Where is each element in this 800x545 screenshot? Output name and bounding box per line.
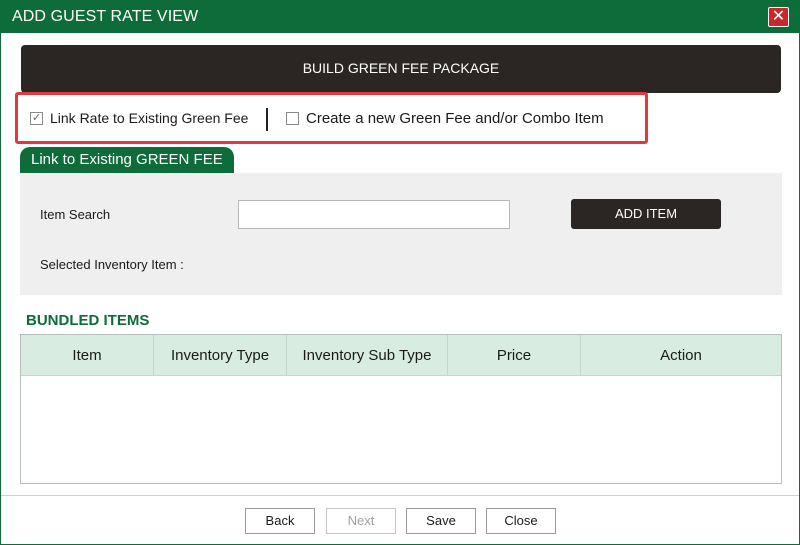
item-search-label: Item Search — [40, 207, 111, 222]
column-header-price[interactable]: Price — [448, 335, 581, 376]
search-panel — [20, 173, 782, 295]
bundled-items-table: Item Inventory Type Inventory Sub Type P… — [20, 334, 782, 484]
column-header-action[interactable]: Action — [581, 335, 781, 376]
add-item-button[interactable]: ADD ITEM — [571, 199, 721, 229]
window-title: ADD GUEST RATE VIEW — [12, 8, 199, 25]
next-button[interactable]: Next — [326, 508, 396, 534]
create-new-label: Create a new Green Fee and/or Combo Item — [306, 110, 604, 127]
column-header-item[interactable]: Item — [21, 335, 154, 376]
column-header-inventory-type[interactable]: Inventory Type — [154, 335, 287, 376]
table-body — [21, 376, 781, 482]
close-icon[interactable]: ✕ — [768, 7, 789, 27]
bundled-items-title: BUNDLED ITEMS — [26, 312, 150, 329]
footer-divider — [1, 495, 799, 496]
tab-link-existing[interactable]: Link to Existing GREEN FEE — [20, 147, 234, 174]
build-package-header: BUILD GREEN FEE PACKAGE — [21, 45, 781, 93]
item-search-input[interactable] — [238, 200, 510, 229]
link-rate-checkbox[interactable]: ✓ — [30, 111, 43, 125]
option-separator — [266, 108, 268, 131]
add-guest-rate-window: ADD GUEST RATE VIEW ✕ BUILD GREEN FEE PA… — [0, 0, 800, 545]
close-button[interactable]: Close — [486, 508, 556, 534]
back-button[interactable]: Back — [245, 508, 315, 534]
title-bar: ADD GUEST RATE VIEW ✕ — [1, 1, 799, 33]
link-rate-option[interactable]: ✓ Link Rate to Existing Green Fee — [30, 110, 248, 126]
table-header: Item Inventory Type Inventory Sub Type P… — [21, 335, 781, 376]
create-new-option[interactable]: Create a new Green Fee and/or Combo Item — [286, 110, 604, 127]
column-header-inventory-sub-type[interactable]: Inventory Sub Type — [287, 335, 448, 376]
save-button[interactable]: Save — [406, 508, 476, 534]
link-rate-label: Link Rate to Existing Green Fee — [50, 110, 249, 126]
create-new-checkbox[interactable] — [286, 112, 299, 125]
selected-inventory-label: Selected Inventory Item : — [40, 257, 184, 272]
